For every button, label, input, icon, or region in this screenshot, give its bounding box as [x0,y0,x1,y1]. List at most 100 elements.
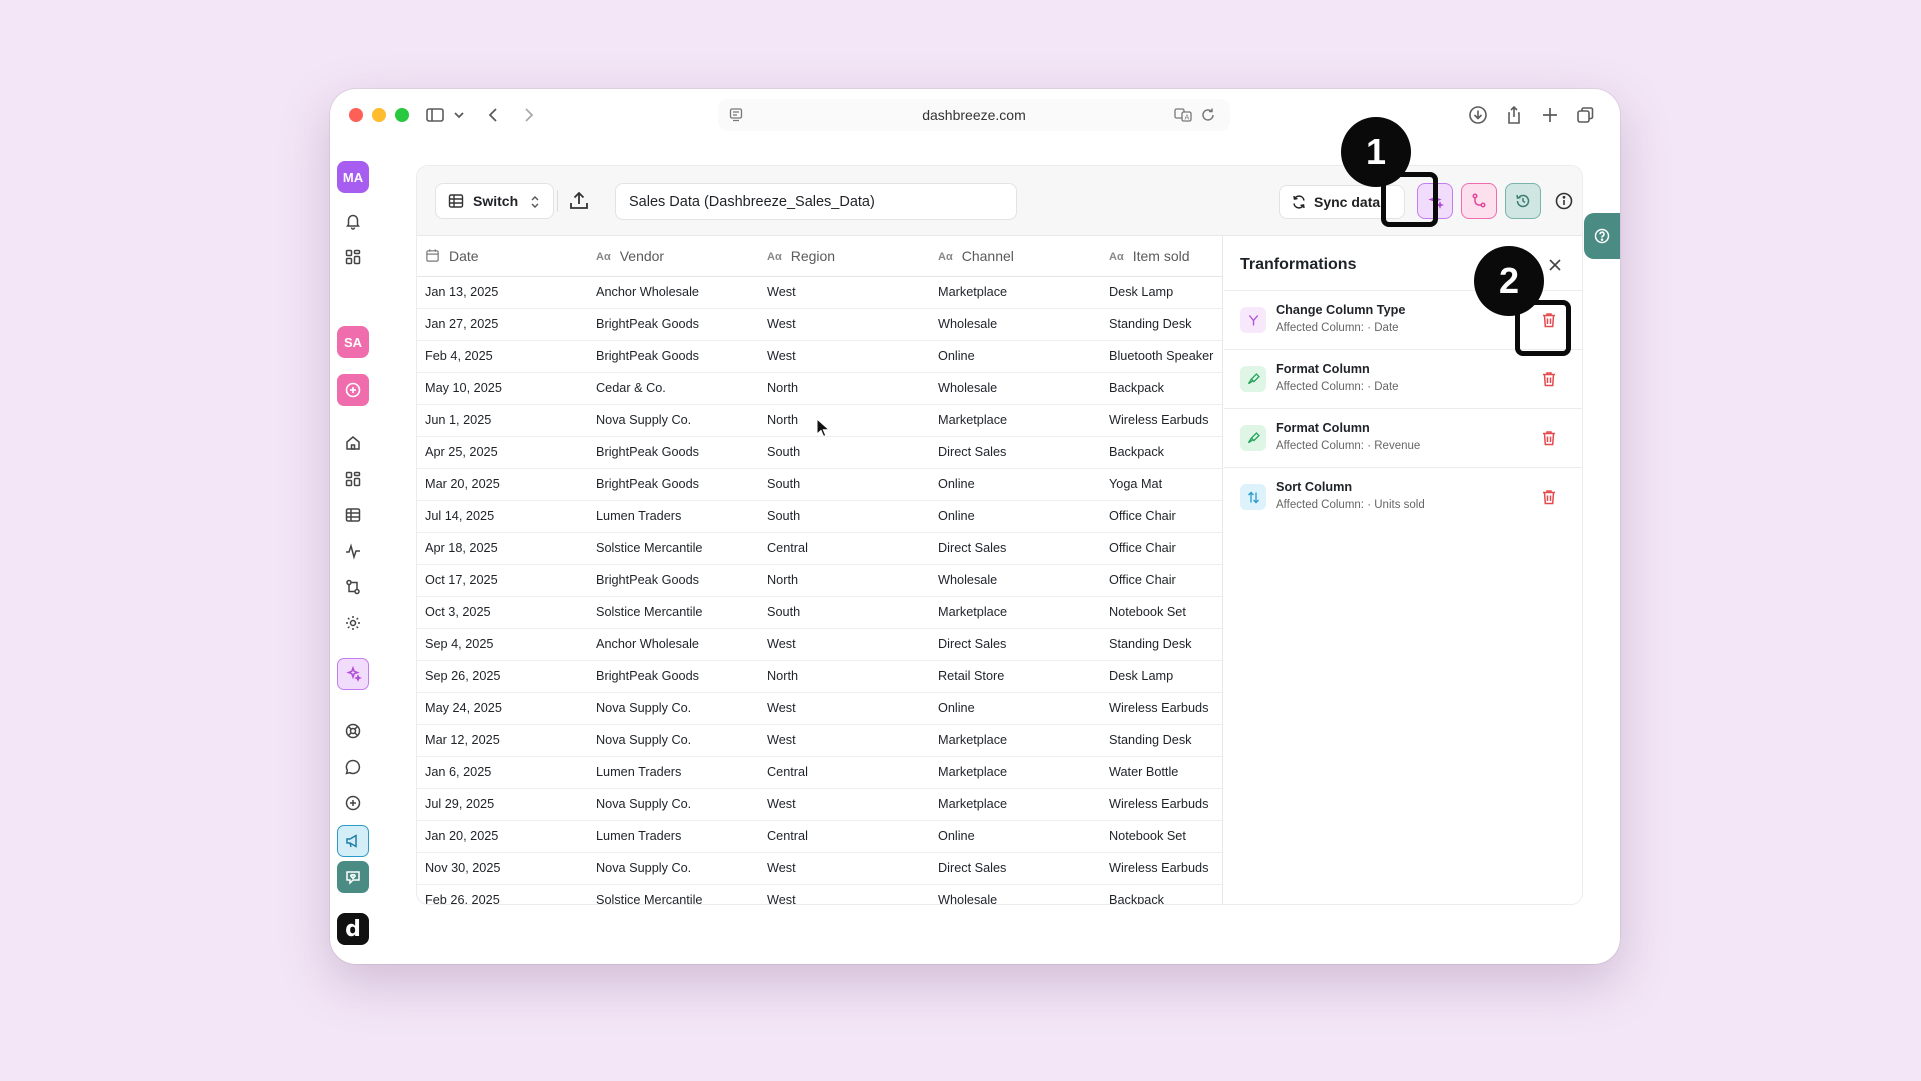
cell-date[interactable]: Mar 12, 2025 [417,724,588,757]
dataset-title-input[interactable]: Sales Data (Dashbreeze_Sales_Data) [615,183,1017,220]
cell-item-sold[interactable]: Notebook Set [1101,820,1222,853]
chevron-down-icon[interactable] [447,103,471,127]
cell-channel[interactable]: Marketplace [930,724,1101,757]
chat-icon[interactable] [341,755,365,779]
cell-vendor[interactable]: Solstice Mercantile [588,596,759,629]
table-row[interactable]: Jan 20, 2025 Lumen Traders Central Online No… [417,820,1222,853]
cell-region[interactable]: North [759,660,930,693]
cell-channel[interactable]: Online [930,340,1101,373]
cell-item-sold[interactable]: Wireless Earbuds [1101,404,1222,437]
dashboard-icon[interactable] [341,467,365,491]
cell-date[interactable]: Nov 30, 2025 [417,852,588,885]
transformation-item[interactable]: Format Column Affected Column: · Revenue [1224,408,1582,467]
cell-date[interactable]: May 10, 2025 [417,372,588,405]
cell-channel[interactable]: Online [930,820,1101,853]
upload-icon[interactable] [567,189,591,213]
column-header-vendor[interactable]: Aα Vendor [588,236,759,277]
maximize-window-button[interactable] [395,108,409,122]
cell-channel[interactable]: Marketplace [930,404,1101,437]
table-row[interactable]: Sep 26, 2025 BrightPeak Goods North Retail … [417,660,1222,693]
magic-icon[interactable] [337,658,369,690]
forward-icon[interactable] [516,103,540,127]
table-row[interactable]: Feb 4, 2025 BrightPeak Goods West Online Blu… [417,340,1222,373]
table-row[interactable]: Apr 18, 2025 Solstice Mercantile Central Di… [417,532,1222,565]
cell-date[interactable]: Sep 26, 2025 [417,660,588,693]
table-row[interactable]: Apr 25, 2025 BrightPeak Goods South Direct … [417,436,1222,469]
transformation-item[interactable]: Sort Column Affected Column: · Units sold [1224,467,1582,526]
cell-date[interactable]: Jan 13, 2025 [417,276,588,309]
cell-region[interactable]: South [759,500,930,533]
table-row[interactable]: Oct 3, 2025 Solstice Mercantile South Marke… [417,596,1222,629]
cell-channel[interactable]: Retail Store [930,660,1101,693]
site-settings-icon[interactable] [728,107,744,123]
cell-region[interactable]: West [759,852,930,885]
cell-vendor[interactable]: Anchor Wholesale [588,628,759,661]
cell-vendor[interactable]: BrightPeak Goods [588,436,759,469]
cell-vendor[interactable]: Nova Supply Co. [588,404,759,437]
cell-channel[interactable]: Marketplace [930,788,1101,821]
cell-vendor[interactable]: BrightPeak Goods [588,564,759,597]
branch-button[interactable] [1461,183,1497,219]
cell-channel[interactable]: Marketplace [930,756,1101,789]
cell-item-sold[interactable]: Office Chair [1101,500,1222,533]
cell-region[interactable]: North [759,564,930,597]
plus-circle-icon[interactable] [341,791,365,815]
table-row[interactable]: May 24, 2025 Nova Supply Co. West Online Wir… [417,692,1222,725]
table-row[interactable]: Mar 20, 2025 BrightPeak Goods South Online Y… [417,468,1222,501]
translate-icon[interactable]: A [1174,107,1192,123]
column-header-item-sold[interactable]: Aα Item sold [1101,236,1222,277]
cell-date[interactable]: Mar 20, 2025 [417,468,588,501]
cell-channel[interactable]: Direct Sales [930,852,1101,885]
cell-vendor[interactable]: Solstice Mercantile [588,532,759,565]
transform-icon[interactable] [341,575,365,599]
cell-item-sold[interactable]: Notebook Set [1101,596,1222,629]
cell-item-sold[interactable]: Backpack [1101,436,1222,469]
cell-date[interactable]: Jul 29, 2025 [417,788,588,821]
cell-item-sold[interactable]: Standing Desk [1101,724,1222,757]
cell-channel[interactable]: Direct Sales [930,436,1101,469]
cell-region[interactable]: West [759,628,930,661]
table-row[interactable]: Jan 13, 2025 Anchor Wholesale West Marketpl… [417,276,1222,309]
cell-item-sold[interactable]: Wireless Earbuds [1101,788,1222,821]
cell-region[interactable]: West [759,340,930,373]
cell-date[interactable]: Apr 18, 2025 [417,532,588,565]
cell-item-sold[interactable]: Wireless Earbuds [1101,852,1222,885]
cell-vendor[interactable]: Nova Supply Co. [588,788,759,821]
switch-button[interactable]: Switch [435,183,554,219]
table-row[interactable]: May 10, 2025 Cedar & Co. North Wholesale Bac… [417,372,1222,405]
cell-vendor[interactable]: Solstice Mercantile [588,884,759,904]
cell-channel[interactable]: Wholesale [930,564,1101,597]
cell-item-sold[interactable]: Office Chair [1101,564,1222,597]
table-row[interactable]: Jul 29, 2025 Nova Supply Co. West Marketpla… [417,788,1222,821]
cell-region[interactable]: North [759,404,930,437]
cell-vendor[interactable]: Lumen Traders [588,820,759,853]
cell-item-sold[interactable]: Office Chair [1101,532,1222,565]
cell-channel[interactable]: Online [930,500,1101,533]
trash-icon[interactable] [1540,370,1558,388]
transformation-item[interactable]: Format Column Affected Column: · Date [1224,349,1582,408]
cell-vendor[interactable]: Cedar & Co. [588,372,759,405]
user-avatar-sa[interactable]: SA [337,326,369,358]
cell-channel[interactable]: Wholesale [930,884,1101,904]
cell-item-sold[interactable]: Bluetooth Speaker [1101,340,1222,373]
cell-date[interactable]: Feb 26, 2025 [417,884,588,904]
table-row[interactable]: Feb 26, 2025 Solstice Mercantile West Whole… [417,884,1222,904]
cell-vendor[interactable]: Lumen Traders [588,756,759,789]
cell-region[interactable]: Central [759,756,930,789]
cell-item-sold[interactable]: Water Bottle [1101,756,1222,789]
cell-channel[interactable]: Direct Sales [930,628,1101,661]
table-row[interactable]: Sep 4, 2025 Anchor Wholesale West Direct Sa… [417,628,1222,661]
sidebar-toggle-icon[interactable] [423,103,447,127]
new-tab-icon[interactable] [1538,103,1562,127]
column-header-channel[interactable]: Aα Channel [930,236,1101,277]
settings-icon[interactable] [341,611,365,635]
home-icon[interactable] [341,431,365,455]
cell-region[interactable]: West [759,276,930,309]
cell-date[interactable]: Oct 17, 2025 [417,564,588,597]
table-icon[interactable] [341,503,365,527]
cell-region[interactable]: South [759,596,930,629]
cell-region[interactable]: West [759,692,930,725]
cell-region[interactable]: South [759,436,930,469]
cell-vendor[interactable]: Nova Supply Co. [588,724,759,757]
dashbreeze-logo[interactable]: d [337,913,369,945]
